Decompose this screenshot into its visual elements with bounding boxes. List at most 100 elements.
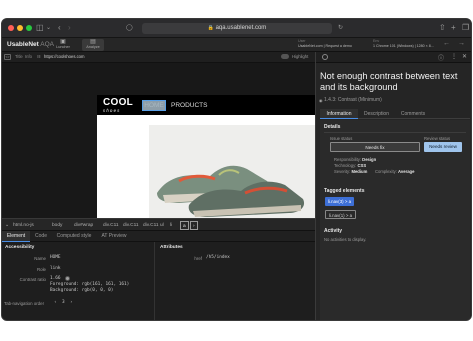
attributes-heading: Attributes	[160, 245, 183, 250]
site-logo-tagline: shoes	[103, 108, 121, 113]
breadcrumb-item-a[interactable]: a	[180, 221, 189, 230]
nav-products-link[interactable]: PRODUCTS	[171, 101, 207, 110]
breadcrumb-item-div-1[interactable]: div.C11	[103, 221, 119, 230]
background-value: Background: rgb(0, 0, 0)	[50, 288, 114, 293]
accessibility-section: Accessibility Name HOME Role link Contra…	[2, 242, 155, 320]
minimize-window-button[interactable]	[17, 25, 23, 31]
tab-order-label: Tab-navigation order	[4, 301, 45, 306]
app-toolbar: UsableNet AQA ▣ Luncher ▤ Analyze User Usab…	[2, 38, 471, 52]
issue-title: Not enough contrast between text and its…	[320, 71, 458, 92]
contrast-label: Contrast ratio	[19, 277, 46, 282]
next-arrow-icon[interactable]: →	[458, 40, 465, 47]
tagged-element-chip[interactable]: li.nav(1) > a	[325, 210, 357, 219]
app-brand: UsableNet AQA	[7, 41, 54, 48]
page-url-row: <> Title Info ☷ https://coolshoes.com Hi…	[2, 52, 315, 63]
tab-order-value: 3	[62, 300, 65, 305]
issue-criterion[interactable]: 1.4.3: Contrast (Minimum)	[324, 97, 382, 103]
tab-element[interactable]: Element	[2, 231, 30, 242]
review-status-label: Review status	[424, 136, 451, 141]
sneakers-illustration	[149, 125, 315, 218]
status-icon[interactable]	[322, 54, 328, 60]
launcher-button[interactable]: ▣ Luncher	[52, 39, 74, 51]
tab-computed-style[interactable]: Computed style	[52, 231, 96, 242]
safari-window: ◫ ⌄ ‹ › ◯ 🔒 aqa.usablenet.com ↻ ⇧ + ❐ Us…	[1, 18, 472, 321]
criterion-icon: ◉	[319, 98, 323, 103]
collapse-icon[interactable]: ⌄	[5, 221, 9, 230]
issue-tabs: Information Description Comments	[320, 109, 470, 119]
href-value: /h5/index	[206, 255, 230, 260]
title-value: Info	[25, 54, 32, 59]
issue-panel: ⓘ ⋮ ✕ Not enough contrast between text a…	[315, 52, 471, 320]
complexity-row: Complexity: Average	[375, 169, 415, 174]
responsibility-row: Responsibility: Design	[334, 157, 377, 162]
tab-comments[interactable]: Comments	[395, 109, 431, 119]
accessibility-heading: Accessibility	[5, 245, 35, 250]
site-logo[interactable]: COOL	[103, 97, 133, 108]
breadcrumb-item-div-3[interactable]: div.C11	[143, 221, 159, 230]
name-value: HOME	[50, 255, 61, 260]
zoom-window-button[interactable]	[26, 25, 32, 31]
user-select[interactable]: User UsableNet.com | Request a demo	[298, 39, 352, 51]
issue-panel-toolbar: ⓘ ⋮ ✕	[316, 52, 471, 63]
breadcrumb-item-wrap[interactable]: div#wrap	[74, 221, 93, 230]
tab-order-next-icon[interactable]: ›	[70, 300, 73, 306]
attributes-section: Attributes href /h5/index	[156, 242, 315, 320]
shield-icon[interactable]: ◯	[126, 23, 133, 33]
devtools-tabs: Element Code Computed style AT Preview	[2, 231, 315, 242]
page-url[interactable]: https://coolshoes.com	[44, 54, 85, 59]
reload-icon[interactable]: ↻	[338, 23, 343, 33]
tagged-heading: Tagged elements	[324, 188, 365, 194]
close-window-button[interactable]	[8, 25, 14, 31]
new-tab-icon[interactable]: +	[451, 23, 456, 33]
share-icon[interactable]: ⇧	[439, 23, 446, 33]
technology-row: Technology: CSS	[334, 163, 367, 168]
issue-status-label: Issue status	[330, 136, 353, 141]
severity-row: Severity: Medium	[334, 169, 368, 174]
breadcrumb-item-ul[interactable]: ul	[160, 221, 164, 230]
href-label: href	[194, 256, 202, 261]
role-value: link	[50, 266, 61, 271]
name-label: Name	[34, 256, 46, 261]
contrast-swatch-icon	[65, 276, 70, 281]
sidebar-toggle-icon[interactable]: ◫	[36, 23, 44, 33]
env-select[interactable]: Env 1 Chrome 101 (Windows) | 1280 × 8...	[373, 39, 434, 51]
tab-at-preview[interactable]: AT Preview	[96, 231, 132, 242]
breadcrumb-item-body[interactable]: body	[52, 221, 62, 230]
issue-details: Details Issue status Review status Needs…	[320, 120, 470, 320]
breadcrumb-item-li[interactable]: li	[170, 221, 172, 230]
more-icon[interactable]: ⋮	[451, 53, 457, 60]
activity-heading: Activity	[324, 228, 343, 234]
chevron-down-icon[interactable]: ⌄	[46, 23, 51, 33]
tab-code[interactable]: Code	[30, 231, 52, 242]
info-icon[interactable]: ⓘ	[438, 53, 444, 62]
address-text: aqa.usablenet.com	[215, 25, 267, 31]
address-bar[interactable]: 🔒 aqa.usablenet.com	[142, 23, 332, 34]
highlight-toggle[interactable]	[281, 54, 289, 59]
safari-toolbar: ◫ ⌄ ‹ › ◯ 🔒 aqa.usablenet.com ↻ ⇧ + ❐	[2, 19, 471, 38]
tab-overview-icon[interactable]: ❐	[462, 23, 469, 33]
highlight-label: Highlight	[292, 54, 309, 59]
issue-status-select[interactable]: Needs fix	[330, 142, 420, 152]
breadcrumb: ⌄ html.no-js body div#wrap div.C11 div.C…	[2, 218, 315, 231]
contrast-value: 1.66	[50, 276, 61, 281]
code-icon[interactable]: <>	[4, 54, 11, 60]
role-label: Role	[36, 267, 46, 272]
next-element-icon[interactable]: ›	[190, 221, 198, 230]
foreground-value: Foreground: rgb(161, 161, 161)	[50, 282, 130, 287]
website-preview[interactable]: COOL shoes HOME PRODUCTS	[97, 95, 315, 218]
prev-arrow-icon[interactable]: ←	[443, 40, 450, 47]
tab-order-prev-icon[interactable]: ‹	[54, 300, 57, 306]
back-icon[interactable]: ‹	[58, 23, 61, 33]
nav-home-link[interactable]: HOME	[142, 100, 166, 111]
tab-information[interactable]: Information	[320, 109, 358, 119]
breadcrumb-item-div-2[interactable]: div.C11	[123, 221, 139, 230]
tab-description[interactable]: Description	[358, 109, 395, 119]
close-icon[interactable]: ✕	[462, 53, 467, 60]
activity-empty-text: No activities to display.	[324, 237, 367, 242]
breadcrumb-item-html[interactable]: html.no-js	[13, 221, 34, 230]
forward-icon[interactable]: ›	[68, 23, 71, 33]
review-status-button[interactable]: Needs review	[424, 142, 462, 152]
tagged-element-chip[interactable]: li.nav(3) > a	[325, 197, 355, 206]
analyze-button[interactable]: ▤ Analyze	[82, 39, 104, 51]
title-label: Title	[15, 54, 23, 59]
